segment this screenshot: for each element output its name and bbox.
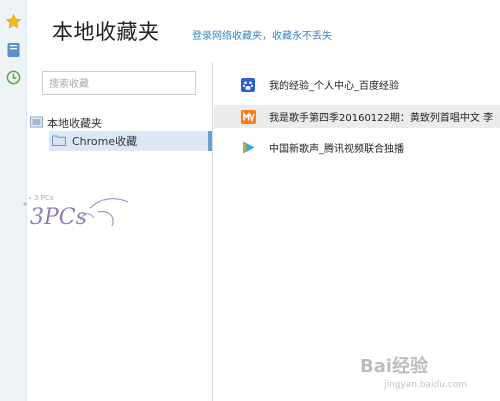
svg-text:3PCs: 3PCs	[30, 205, 87, 230]
local-folder-icon	[30, 116, 43, 131]
tree-item-chrome-favorites[interactable]: Chrome收藏	[27, 131, 213, 151]
bookmark-title: 我的经验_个人中心_百度经验	[269, 81, 399, 92]
bookmark-item-mango-tv[interactable]: 我是歌手第四季20160122期：黄致列首唱中文 李	[214, 105, 500, 128]
scrollbar-thumb[interactable]	[208, 131, 212, 151]
search-box[interactable]	[42, 71, 196, 96]
baidu-jingyan-watermark: Bai经验	[360, 356, 429, 377]
login-network-favorites-link[interactable]: 登录网络收藏夹，收藏永不丢失	[192, 27, 332, 42]
header: 本地收藏夹 登录网络收藏夹，收藏永不丢失	[27, 0, 500, 62]
3pcs-logo-watermark: 3PCs 3 PCs	[20, 190, 135, 235]
mango-tv-icon	[240, 109, 256, 125]
bookmark-title: 我是歌手第四季20160122期：黄致列首唱中文 李	[269, 113, 494, 124]
history-clock-icon[interactable]	[4, 68, 23, 87]
bookmark-item-baidu[interactable]: 我的经验_个人中心_百度经验	[214, 73, 500, 96]
tree-item-local-favorites[interactable]: 本地收藏夹	[30, 114, 102, 132]
bookmark-item-tencent-video[interactable]: 中国新歌声_腾讯视频联合独播	[214, 136, 500, 159]
reading-list-icon[interactable]	[4, 40, 23, 59]
bookmark-list: 我的经验_个人中心_百度经验 我是歌手第四季20160122期：黄致列首唱中文 …	[214, 62, 500, 401]
tree-root-label: 本地收藏夹	[47, 117, 102, 130]
page-title: 本地收藏夹	[52, 20, 160, 44]
bookmark-title: 中国新歌声_腾讯视频联合独播	[269, 144, 404, 155]
tencent-video-icon	[240, 140, 256, 156]
tree-child-label: Chrome收藏	[72, 135, 138, 148]
baidu-jingyan-url-watermark: jingyan.baidu.com	[384, 380, 468, 390]
search-input[interactable]	[43, 73, 195, 96]
favorites-star-icon[interactable]	[4, 12, 23, 31]
baidu-paw-icon	[240, 77, 256, 93]
folder-icon	[52, 134, 66, 149]
svg-text:3 PCs: 3 PCs	[34, 194, 54, 202]
